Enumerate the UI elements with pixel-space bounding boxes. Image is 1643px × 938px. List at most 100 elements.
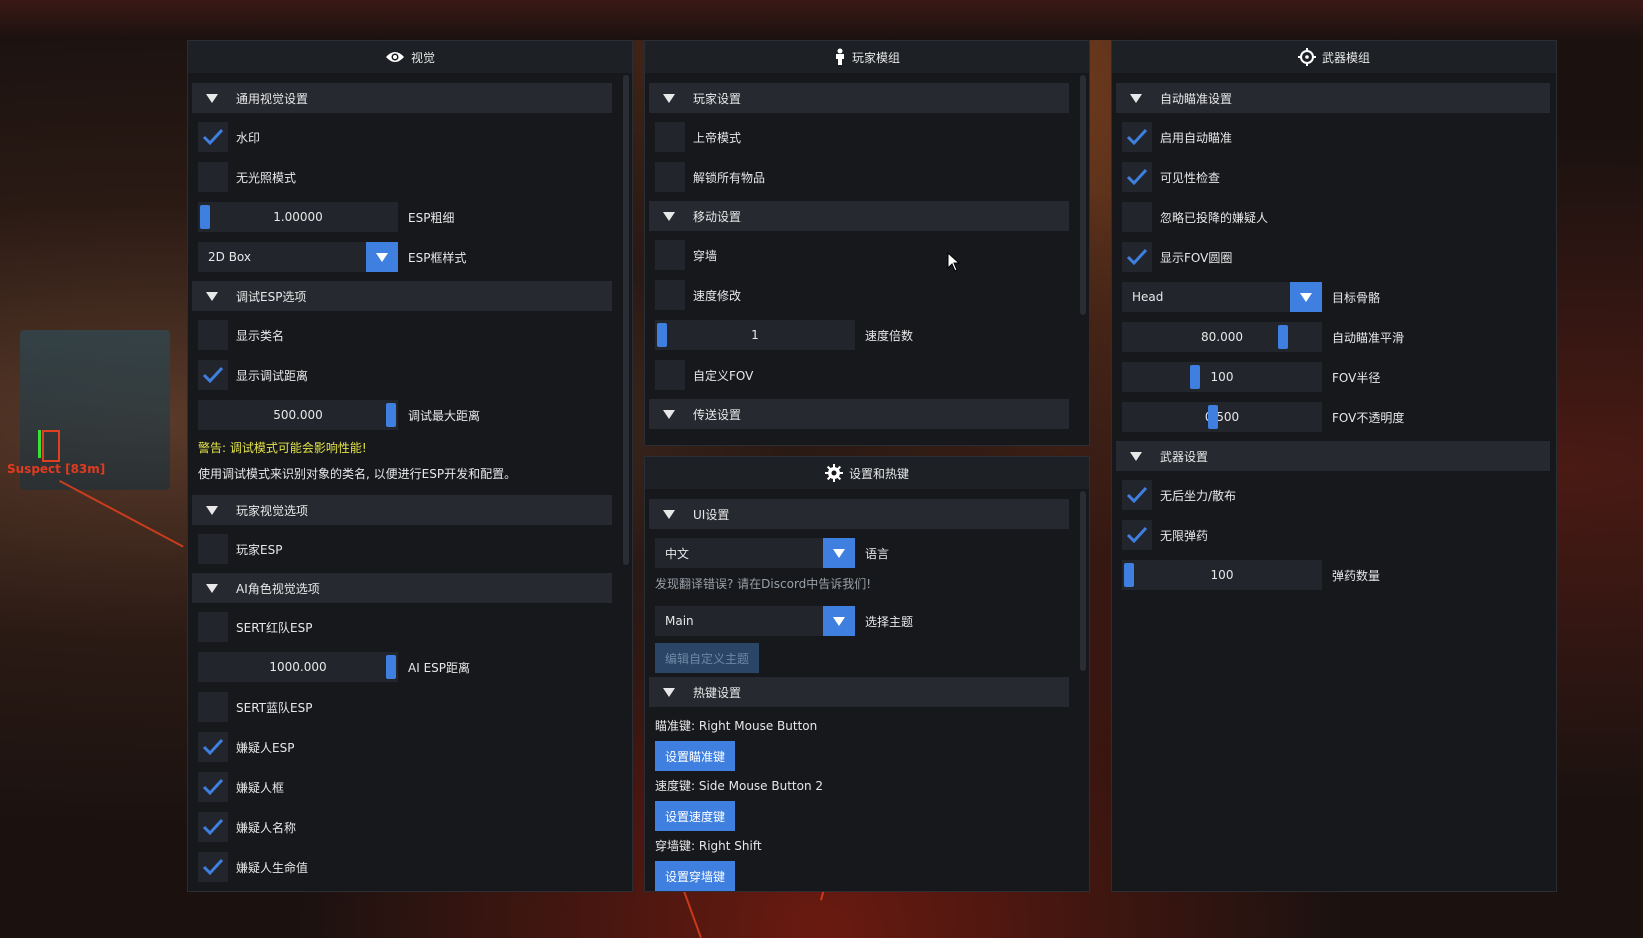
crosshair-icon xyxy=(1297,48,1316,66)
checkmark-icon xyxy=(1126,248,1148,266)
checkbox[interactable] xyxy=(1122,242,1152,272)
speed-key-label: 速度键: Side Mouse Button 2 xyxy=(655,779,824,793)
section-weapon[interactable]: 武器设置 xyxy=(1116,441,1550,471)
section-ui-settings[interactable]: UI设置 xyxy=(649,499,1069,529)
fov-radius-slider[interactable]: 100 xyxy=(1122,362,1322,392)
set-aim-key-button[interactable]: 设置瞄准键 xyxy=(655,741,736,771)
checkbox[interactable] xyxy=(655,122,685,152)
checkbox[interactable] xyxy=(198,360,228,390)
checkmark-icon xyxy=(1126,486,1148,504)
checkbox[interactable] xyxy=(198,122,228,152)
no-light-toggle[interactable]: 无光照模式 xyxy=(192,157,612,197)
slider-knob[interactable] xyxy=(1124,563,1134,587)
checkbox[interactable] xyxy=(1122,162,1152,192)
checkbox[interactable] xyxy=(198,162,228,192)
checkbox[interactable] xyxy=(655,240,685,270)
section-movement[interactable]: 移动设置 xyxy=(649,201,1069,231)
section-teleport[interactable]: 传送设置 xyxy=(649,399,1069,429)
section-hotkeys[interactable]: 热键设置 xyxy=(649,677,1069,707)
debug-note: 使用调试模式来识别对象的类名, 以便进行ESP开发和配置。 xyxy=(198,467,517,481)
esp-style-dropdown[interactable]: 2D Box xyxy=(198,242,398,272)
section-player-settings[interactable]: 玩家设置 xyxy=(649,83,1069,113)
section-aimbot[interactable]: 自动瞄准设置 xyxy=(1116,83,1550,113)
watermark-toggle[interactable]: 水印 xyxy=(192,117,612,157)
checkbox[interactable] xyxy=(198,534,228,564)
section-general-visual[interactable]: 通用视觉设置 xyxy=(192,83,612,113)
section-player-visual[interactable]: 玩家视觉选项 xyxy=(192,495,612,525)
visibility-check-toggle[interactable]: 可见性检查 xyxy=(1116,157,1550,197)
slider-knob[interactable] xyxy=(1278,325,1288,349)
slider-knob[interactable] xyxy=(1190,365,1200,389)
checkbox[interactable] xyxy=(1122,480,1152,510)
sert-red-toggle[interactable]: SERT红队ESP xyxy=(192,607,612,647)
checkbox[interactable] xyxy=(1122,122,1152,152)
custom-fov-toggle[interactable]: 自定义FOV xyxy=(649,355,1069,395)
collapse-triangle-icon xyxy=(1130,93,1142,103)
dropdown-arrow-icon[interactable] xyxy=(823,606,855,636)
speed-mod-toggle[interactable]: 速度修改 xyxy=(649,275,1069,315)
slider-knob[interactable] xyxy=(657,323,667,347)
scrollbar[interactable] xyxy=(623,75,629,565)
aimbot-enable-toggle[interactable]: 启用自动瞄准 xyxy=(1116,117,1550,157)
checkbox[interactable] xyxy=(198,852,228,882)
checkmark-icon xyxy=(202,128,224,146)
infinite-ammo-toggle[interactable]: 无限弹药 xyxy=(1116,515,1550,555)
target-bone-dropdown[interactable]: Head xyxy=(1122,282,1322,312)
show-fov-toggle[interactable]: 显示FOV圆圈 xyxy=(1116,237,1550,277)
suspect-esp-toggle[interactable]: 嫌疑人ESP xyxy=(192,727,612,767)
sert-blue-toggle[interactable]: SERT蓝队ESP xyxy=(192,687,612,727)
ignore-surrendered-toggle[interactable]: 忽略已投降的嫌疑人 xyxy=(1116,197,1550,237)
checkbox[interactable] xyxy=(198,320,228,350)
smoothing-slider[interactable]: 80.000 xyxy=(1122,322,1322,352)
scrollbar[interactable] xyxy=(1080,491,1086,671)
slider-knob[interactable] xyxy=(386,655,396,679)
slider-knob[interactable] xyxy=(386,403,396,427)
checkbox[interactable] xyxy=(655,360,685,390)
checkbox[interactable] xyxy=(198,732,228,762)
checkbox[interactable] xyxy=(198,812,228,842)
dropdown-arrow-icon[interactable] xyxy=(1290,282,1322,312)
checkbox[interactable] xyxy=(655,280,685,310)
dropdown-arrow-icon[interactable] xyxy=(823,538,855,568)
suspect-name-toggle[interactable]: 嫌疑人名称 xyxy=(192,807,612,847)
set-noclip-key-button[interactable]: 设置穿墙键 xyxy=(655,861,736,891)
show-distance-toggle[interactable]: 显示调试距离 xyxy=(192,355,612,395)
checkbox[interactable] xyxy=(655,162,685,192)
scrollbar[interactable] xyxy=(1080,75,1086,315)
checkbox[interactable] xyxy=(198,692,228,722)
god-mode-toggle[interactable]: 上帝模式 xyxy=(649,117,1069,157)
edit-theme-button[interactable]: 编辑自定义主题 xyxy=(655,643,760,673)
fov-opacity-slider[interactable]: 0.500 xyxy=(1122,402,1322,432)
speed-mult-slider[interactable]: 1 xyxy=(655,320,855,350)
slider-knob[interactable] xyxy=(200,205,210,229)
theme-row: Main 选择主题 xyxy=(649,601,1069,641)
checkbox[interactable] xyxy=(1122,520,1152,550)
checkbox[interactable] xyxy=(1122,202,1152,232)
noclip-key-label: 穿墙键: Right Shift xyxy=(655,839,762,853)
esp-thickness-slider[interactable]: 1.00000 xyxy=(198,202,398,232)
visual-panel: 视觉 通用视觉设置 水印 无光照模式 1.00000 ESP粗细 2D Box ES… xyxy=(187,40,633,892)
ammo-count-slider[interactable]: 100 xyxy=(1122,560,1322,590)
suspect-box-toggle[interactable]: 嫌疑人框 xyxy=(192,767,612,807)
ai-distance-row: 1000.000 AI ESP距离 xyxy=(192,647,612,687)
theme-dropdown[interactable]: Main xyxy=(655,606,855,636)
set-speed-key-button[interactable]: 设置速度键 xyxy=(655,801,736,831)
max-distance-slider[interactable]: 500.000 xyxy=(198,400,398,430)
player-esp-toggle[interactable]: 玩家ESP xyxy=(192,529,612,569)
suspect-hp-toggle[interactable]: 嫌疑人生命值 xyxy=(192,847,612,887)
section-ai-visual[interactable]: AI角色视觉选项 xyxy=(192,573,612,603)
collapse-triangle-icon xyxy=(663,509,675,519)
section-debug-esp[interactable]: 调试ESP选项 xyxy=(192,281,612,311)
noclip-toggle[interactable]: 穿墙 xyxy=(649,235,1069,275)
suspect-esp-label: Suspect [83m] xyxy=(7,462,106,476)
slider-knob[interactable] xyxy=(1208,405,1218,429)
language-dropdown[interactable]: 中文 xyxy=(655,538,855,568)
dropdown-arrow-icon[interactable] xyxy=(366,242,398,272)
checkbox[interactable] xyxy=(198,612,228,642)
show-class-toggle[interactable]: 显示类名 xyxy=(192,315,612,355)
ai-distance-slider[interactable]: 1000.000 xyxy=(198,652,398,682)
no-recoil-toggle[interactable]: 无后坐力/散布 xyxy=(1116,475,1550,515)
unlock-all-toggle[interactable]: 解锁所有物品 xyxy=(649,157,1069,197)
checkbox[interactable] xyxy=(198,772,228,802)
weapon-module-header: 武器模组 xyxy=(1112,41,1556,73)
